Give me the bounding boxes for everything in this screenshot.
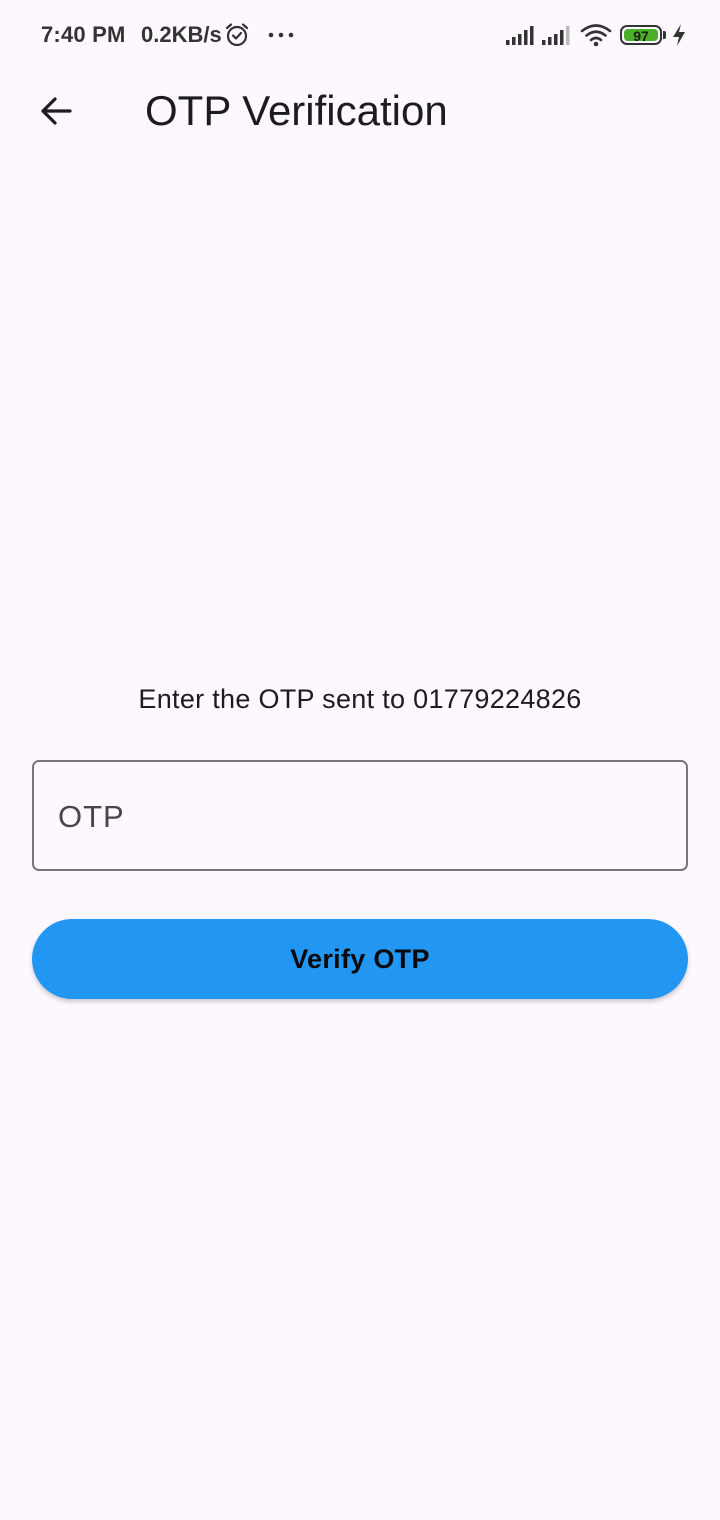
app-bar: OTP Verification xyxy=(0,70,720,152)
battery-fill: 97 xyxy=(624,28,658,44)
battery-icon: 97 xyxy=(620,25,662,45)
verify-otp-button[interactable]: Verify OTP xyxy=(32,919,688,999)
charging-icon xyxy=(673,24,685,46)
back-button[interactable] xyxy=(24,83,88,139)
otp-field[interactable] xyxy=(32,760,688,871)
otp-input[interactable] xyxy=(56,762,660,871)
alarm-icon xyxy=(225,23,249,47)
arrow-back-icon xyxy=(41,97,72,125)
status-time: 7:40 PM xyxy=(41,22,126,47)
otp-instruction: Enter the OTP sent to 01779224826 xyxy=(138,684,582,714)
verify-otp-label: Verify OTP xyxy=(290,943,430,974)
wifi-icon xyxy=(580,24,612,47)
cell-signal-icon xyxy=(542,26,570,45)
network-speed: 0.2KB/s xyxy=(141,22,222,47)
status-bar: 7:40 PM 0.2KB/s 97 xyxy=(0,0,720,70)
battery-level: 97 xyxy=(633,28,649,44)
battery-tip xyxy=(663,31,666,39)
more-dots-icon xyxy=(268,32,294,38)
cell-signal-icon xyxy=(506,26,534,45)
page-title: OTP Verification xyxy=(145,87,448,134)
